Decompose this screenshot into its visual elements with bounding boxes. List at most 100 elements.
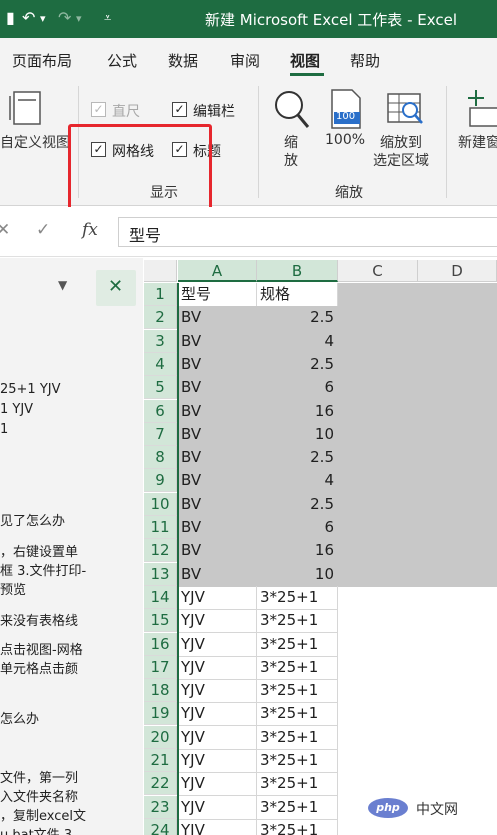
cell-a18[interactable]: YJV [178,679,257,703]
cell-d7[interactable] [418,423,497,447]
cell-a9[interactable]: BV [178,469,257,493]
cell-c2[interactable] [338,306,418,330]
cell-a10[interactable]: BV [178,493,257,517]
cell-b15[interactable]: 3*25+1 [257,609,338,633]
cell-b1[interactable]: 规格 [257,283,338,307]
cell-c11[interactable] [338,516,418,540]
row-header[interactable]: 5 [144,376,177,399]
cell-b10[interactable]: 2.5 [257,493,338,517]
cell-b18[interactable]: 3*25+1 [257,679,338,703]
undo-dropdown-icon[interactable]: ▾ [40,12,46,25]
row-header[interactable]: 24 [144,819,177,835]
cell-d13[interactable] [418,563,497,587]
cell-a23[interactable]: YJV [178,796,257,820]
cell-d6[interactable] [418,400,497,424]
cell-c7[interactable] [338,423,418,447]
cell-a4[interactable]: BV [178,353,257,377]
cell-c6[interactable] [338,400,418,424]
cell-d9[interactable] [418,469,497,493]
row-header[interactable]: 16 [144,633,177,656]
column-header-c[interactable]: C [338,260,418,282]
cell-a14[interactable]: YJV [178,586,257,610]
tab-formulas[interactable]: 公式 [107,50,137,71]
formula-input[interactable]: 型号 [118,217,497,247]
cell-c1[interactable] [338,283,418,307]
cell-a22[interactable]: YJV [178,772,257,796]
redo-icon[interactable]: ↷ [58,8,71,27]
new-window-button[interactable]: 新建窗 [456,86,497,156]
cell-a15[interactable]: YJV [178,609,257,633]
cell-b12[interactable]: 16 [257,539,338,563]
cell-b5[interactable]: 6 [257,376,338,400]
tab-review[interactable]: 审阅 [230,50,260,71]
tab-view[interactable]: 视图 [290,50,320,71]
zoom-button[interactable]: 缩 放 [270,86,316,176]
cell-c9[interactable] [338,469,418,493]
cell-a8[interactable]: BV [178,446,257,470]
column-header-d[interactable]: D [418,260,497,282]
insert-function-icon[interactable]: fx [82,220,98,240]
undo-icon[interactable]: ↶ [22,8,35,27]
column-header-b[interactable]: B [257,260,338,282]
tab-help[interactable]: 帮助 [350,50,380,71]
row-header[interactable]: 7 [144,423,177,446]
row-header[interactable]: 19 [144,702,177,725]
cell-b9[interactable]: 4 [257,469,338,493]
row-header[interactable]: 11 [144,516,177,539]
cell-d10[interactable] [418,493,497,517]
zoom-to-selection-button[interactable]: 缩放到 选定区域 [372,86,438,176]
cell-b21[interactable]: 3*25+1 [257,749,338,773]
tab-data[interactable]: 数据 [168,50,198,71]
tab-page-layout[interactable]: 页面布局 [12,50,72,71]
cell-c5[interactable] [338,376,418,400]
cell-b17[interactable]: 3*25+1 [257,656,338,680]
cell-d1[interactable] [418,283,497,307]
cell-d8[interactable] [418,446,497,470]
cell-b19[interactable]: 3*25+1 [257,702,338,726]
cell-d5[interactable] [418,376,497,400]
cancel-icon[interactable]: ✕ [0,220,10,240]
zoom-100-button[interactable]: 100 100% [322,86,370,156]
cell-b6[interactable]: 16 [257,400,338,424]
cell-a20[interactable]: YJV [178,726,257,750]
customize-qat-icon[interactable]: ⩡ [104,11,111,26]
cell-d2[interactable] [418,306,497,330]
cell-a24[interactable]: YJV [178,819,257,835]
row-header[interactable]: 21 [144,749,177,772]
cell-a7[interactable]: BV [178,423,257,447]
row-header[interactable]: 10 [144,493,177,516]
row-header[interactable]: 20 [144,726,177,749]
cell-b22[interactable]: 3*25+1 [257,772,338,796]
row-header[interactable]: 4 [144,353,177,376]
cell-c13[interactable] [338,563,418,587]
row-header[interactable]: 6 [144,400,177,423]
close-pane-button[interactable]: ✕ [96,270,136,306]
row-header[interactable]: 18 [144,679,177,702]
cell-c3[interactable] [338,330,418,354]
cell-a6[interactable]: BV [178,400,257,424]
cell-b23[interactable]: 3*25+1 [257,796,338,820]
enter-icon[interactable]: ✓ [36,220,50,240]
cell-b24[interactable]: 3*25+1 [257,819,338,835]
row-header[interactable]: 2 [144,306,177,329]
cell-b2[interactable]: 2.5 [257,306,338,330]
cell-b16[interactable]: 3*25+1 [257,633,338,657]
column-header-a[interactable]: A [178,260,257,282]
redo-dropdown-icon[interactable]: ▾ [76,12,82,25]
save-icon[interactable]: ▮ [6,8,15,27]
cell-c10[interactable] [338,493,418,517]
cell-b14[interactable]: 3*25+1 [257,586,338,610]
select-all-corner[interactable] [144,260,177,282]
cell-b20[interactable]: 3*25+1 [257,726,338,750]
row-header[interactable]: 13 [144,563,177,586]
cell-b13[interactable]: 10 [257,563,338,587]
cell-a2[interactable]: BV [178,306,257,330]
cell-d12[interactable] [418,539,497,563]
row-header[interactable]: 15 [144,609,177,632]
dropdown-icon[interactable]: ▼ [58,278,67,292]
cell-b4[interactable]: 2.5 [257,353,338,377]
row-header[interactable]: 3 [144,330,177,353]
row-header[interactable]: 9 [144,469,177,492]
cell-a12[interactable]: BV [178,539,257,563]
cell-a17[interactable]: YJV [178,656,257,680]
